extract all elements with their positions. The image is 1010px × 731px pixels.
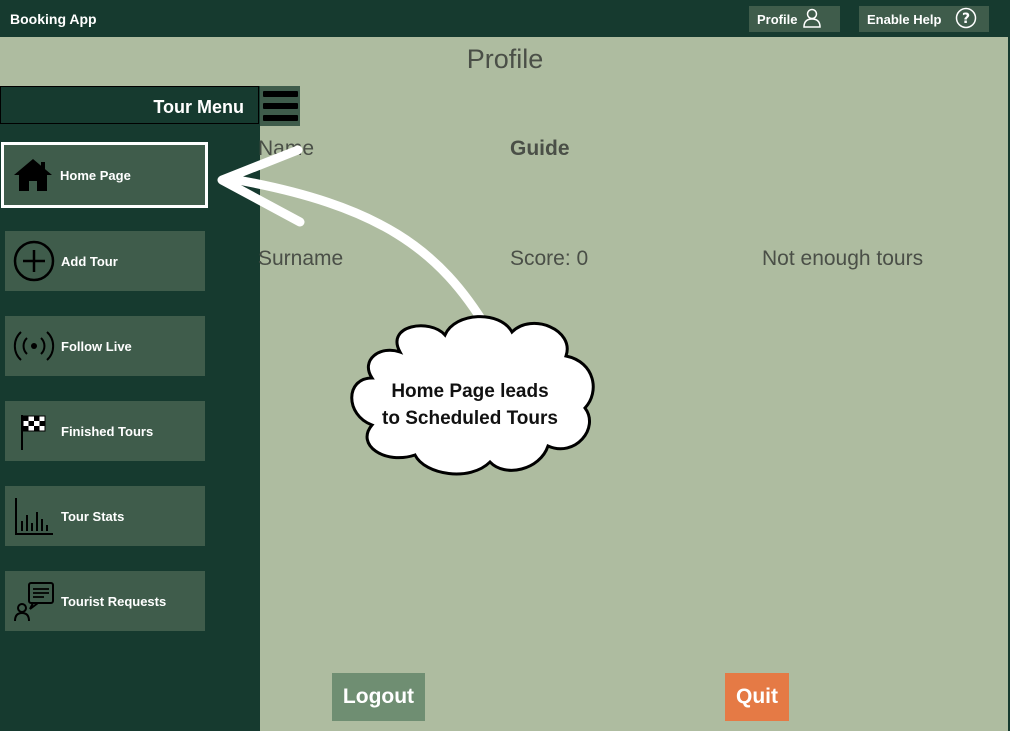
annotation-line-1: Home Page leads	[391, 381, 549, 402]
annotation-overlay	[217, 145, 595, 476]
annotation-line-2: to Scheduled Tours	[382, 408, 558, 429]
annotation-text: Home Page leads to Scheduled Tours	[360, 378, 580, 432]
